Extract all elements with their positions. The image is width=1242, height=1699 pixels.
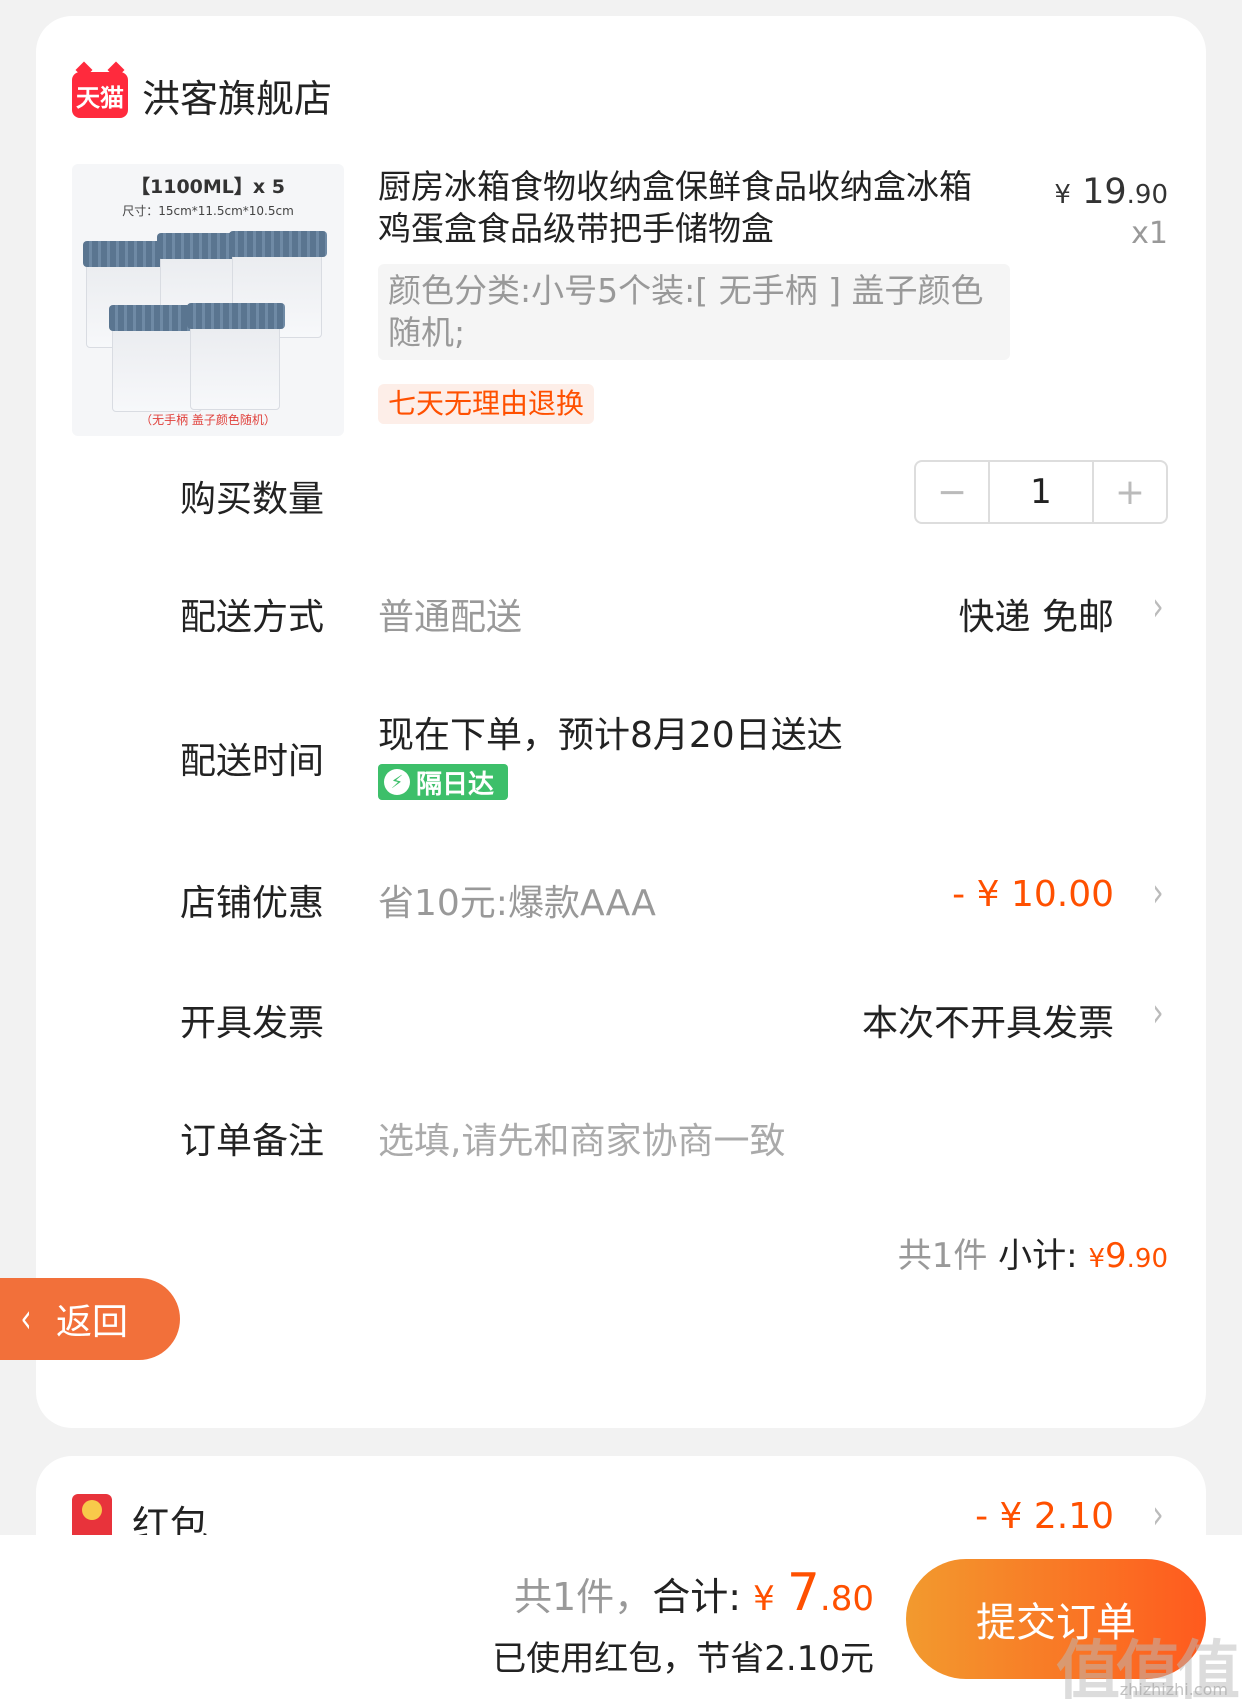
invoice-label: 开具发票 [180,1003,325,1044]
total-label: 合计: [652,1575,741,1619]
back-button-label: 返回 [56,1302,129,1343]
next-day-badge: ⚡ 隔日达 [378,764,508,800]
store-order-card: 天猫 洪客旗舰店 【1100ML】x 5 尺寸：15cm*11.5cm*10.5… [36,16,1206,1428]
total-integer: 7 [786,1563,820,1623]
back-button[interactable]: ‹ 返回 [0,1278,180,1360]
container-box-icon [187,303,285,410]
product-title[interactable]: 厨房冰箱食物收纳盒保鲜食品收纳盒冰箱鸡蛋盒食品级带把手储物盒 [378,166,978,250]
delivery-time-label: 配送时间 [180,741,325,782]
quantity-value[interactable]: 1 [988,462,1094,522]
chevron-right-icon: › [1152,870,1164,916]
subtotal-currency: ¥ [1088,1244,1105,1274]
order-note-label: 订单备注 [180,1121,325,1162]
quantity-stepper: − 1 + [914,460,1168,524]
total-decimal: .80 [819,1579,874,1619]
tmall-logo-icon: 天猫 [72,72,128,118]
watermark-url: zhizhizhi.com [1119,1680,1228,1699]
savings-text: 已使用红包，节省2.10元 [492,1639,874,1679]
store-discount-name: 省10元:爆款AAA [378,883,656,924]
chevron-right-icon: › [1152,584,1164,630]
product-image-caption-bottom: （无手柄 盖子颜色随机） [140,413,276,427]
store-name[interactable]: 洪客旗舰店 [142,68,332,123]
chevron-right-icon: › [1152,1492,1164,1538]
subtotal-integer: 9 [1105,1236,1127,1276]
subtotal: 共1件 小计: ¥9.90 [898,1228,1168,1277]
product-quantity: x1 [1131,216,1168,251]
store-header[interactable]: 天猫 洪客旗舰店 [72,60,332,130]
chevron-right-icon: › [1152,990,1164,1036]
delivery-method-label: 配送方式 [180,597,325,638]
product-price: ¥ 19.90 [1054,172,1168,212]
red-packet-value: - ¥ 2.10 [975,1496,1114,1537]
subtotal-decimal: .90 [1126,1244,1168,1274]
invoice-value: 本次不开具发票 [861,1003,1114,1044]
return-policy-badge: 七天无理由退换 [378,384,595,424]
store-discount-label: 店铺优惠 [180,883,325,924]
next-day-badge-label: 隔日达 [416,769,495,800]
product-image-caption-top: 【1100ML】x 5 [131,176,285,198]
product-image[interactable]: 【1100ML】x 5 尺寸：15cm*11.5cm*10.5cm （无手柄 盖… [72,164,344,436]
decrease-quantity-button[interactable]: − [916,462,988,522]
price-integer: 19 [1082,172,1127,212]
tmall-logo-text: 天猫 [76,83,124,112]
delivery-time-value: 现在下单，预计8月20日送达 [378,715,843,756]
price-decimal: .90 [1126,180,1168,210]
lightning-icon: ⚡ [384,769,410,795]
subtotal-label: 小计: [998,1236,1078,1276]
order-total: 共1件，合计: ¥ 7.80 [514,1563,874,1623]
total-count: 共1件， [514,1575,653,1619]
chevron-left-icon: ‹ [20,1296,32,1342]
price-currency: ¥ [1054,180,1071,210]
delivery-method-value: 快递 免邮 [958,597,1114,638]
quantity-label: 购买数量 [180,479,325,520]
product-sku[interactable]: 颜色分类:小号5个装:[ 无手柄 ] 盖子颜色随机; [378,264,1010,360]
increase-quantity-button[interactable]: + [1094,462,1166,522]
total-currency: ¥ [753,1579,775,1619]
order-note-input[interactable]: 选填,请先和商家协商一致 [378,1112,785,1164]
store-discount-value: - ¥ 10.00 [952,874,1114,915]
product-image-caption-size: 尺寸：15cm*11.5cm*10.5cm [122,204,294,218]
subtotal-count: 共1件 [897,1236,988,1276]
delivery-method-type: 普通配送 [378,597,523,638]
